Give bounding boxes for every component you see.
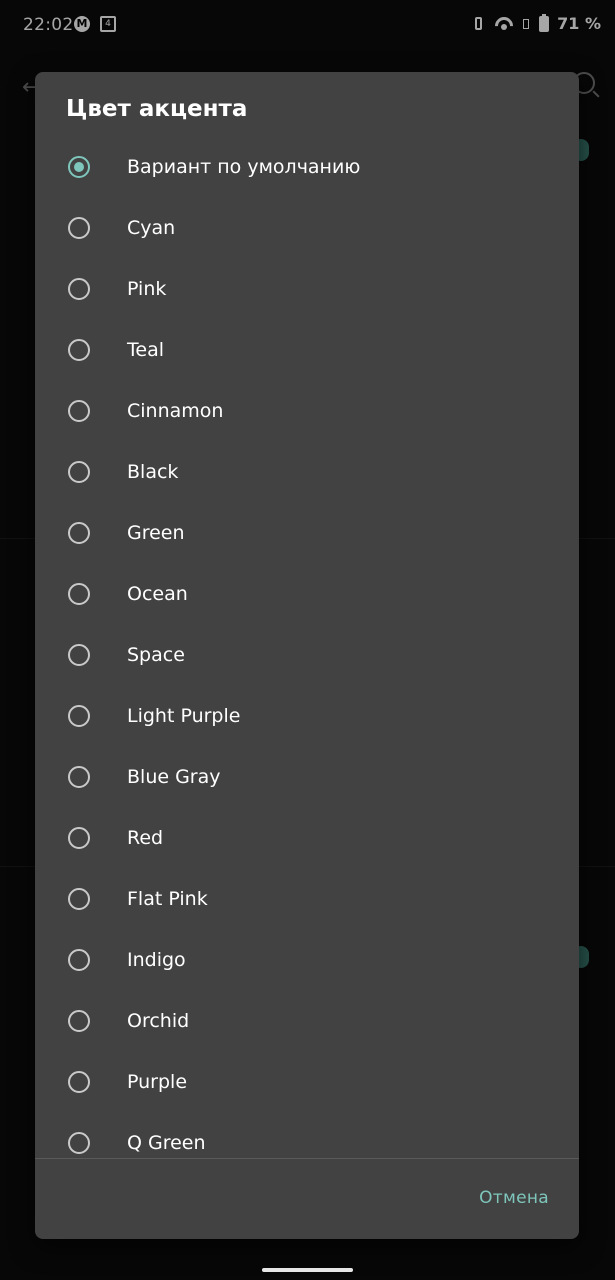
option-default[interactable]: Вариант по умолчанию (35, 136, 579, 197)
radio-unchecked-icon[interactable] (68, 582, 90, 605)
option-teal[interactable]: Teal (35, 319, 579, 380)
option-label: Red (127, 826, 164, 849)
radio-unchecked-icon[interactable] (68, 399, 90, 422)
radio-unchecked-icon[interactable] (68, 216, 90, 239)
option-orchid[interactable]: Orchid (35, 990, 579, 1051)
option-green[interactable]: Green (35, 502, 579, 563)
radio-unchecked-icon[interactable] (68, 765, 90, 788)
option-black[interactable]: Black (35, 441, 579, 502)
option-label: Green (127, 521, 185, 544)
dialog-divider (35, 1158, 579, 1159)
option-label: Cinnamon (127, 399, 224, 422)
option-red[interactable]: Red (35, 807, 579, 868)
cancel-button[interactable]: Отмена (479, 1188, 549, 1208)
radio-unchecked-icon[interactable] (68, 338, 90, 361)
option-label: Вариант по умолчанию (127, 155, 361, 178)
option-q-green[interactable]: Q Green (35, 1112, 579, 1158)
dialog-title: Цвет акцента (66, 96, 248, 122)
option-label: Q Green (127, 1131, 206, 1154)
option-label: Ocean (127, 582, 188, 605)
radio-checked-icon[interactable] (68, 155, 90, 178)
option-label: Indigo (127, 948, 186, 971)
radio-unchecked-icon[interactable] (68, 1009, 90, 1032)
option-pink[interactable]: Pink (35, 258, 579, 319)
option-label: Light Purple (127, 704, 241, 727)
option-label: Black (127, 460, 179, 483)
radio-unchecked-icon[interactable] (68, 704, 90, 727)
radio-unchecked-icon[interactable] (68, 277, 90, 300)
accent-color-dialog: Цвет акцента Вариант по умолчанию Cyan P… (35, 72, 579, 1239)
option-list[interactable]: Вариант по умолчанию Cyan Pink Teal Cinn… (35, 136, 579, 1158)
option-cinnamon[interactable]: Cinnamon (35, 380, 579, 441)
option-ocean[interactable]: Ocean (35, 563, 579, 624)
option-cyan[interactable]: Cyan (35, 197, 579, 258)
radio-unchecked-icon[interactable] (68, 1131, 90, 1154)
radio-unchecked-icon[interactable] (68, 887, 90, 910)
radio-unchecked-icon[interactable] (68, 826, 90, 849)
option-label: Teal (127, 338, 164, 361)
radio-unchecked-icon[interactable] (68, 460, 90, 483)
radio-unchecked-icon[interactable] (68, 643, 90, 666)
navigation-handle[interactable] (262, 1268, 353, 1272)
radio-unchecked-icon[interactable] (68, 521, 90, 544)
option-indigo[interactable]: Indigo (35, 929, 579, 990)
option-blue-gray[interactable]: Blue Gray (35, 746, 579, 807)
option-label: Purple (127, 1070, 188, 1093)
option-label: Space (127, 643, 185, 666)
option-flat-pink[interactable]: Flat Pink (35, 868, 579, 929)
option-label: Pink (127, 277, 167, 300)
option-label: Orchid (127, 1009, 190, 1032)
option-light-purple[interactable]: Light Purple (35, 685, 579, 746)
option-label: Flat Pink (127, 887, 208, 910)
radio-unchecked-icon[interactable] (68, 1070, 90, 1093)
option-space[interactable]: Space (35, 624, 579, 685)
option-purple[interactable]: Purple (35, 1051, 579, 1112)
option-label: Cyan (127, 216, 176, 239)
radio-unchecked-icon[interactable] (68, 948, 90, 971)
option-label: Blue Gray (127, 765, 221, 788)
